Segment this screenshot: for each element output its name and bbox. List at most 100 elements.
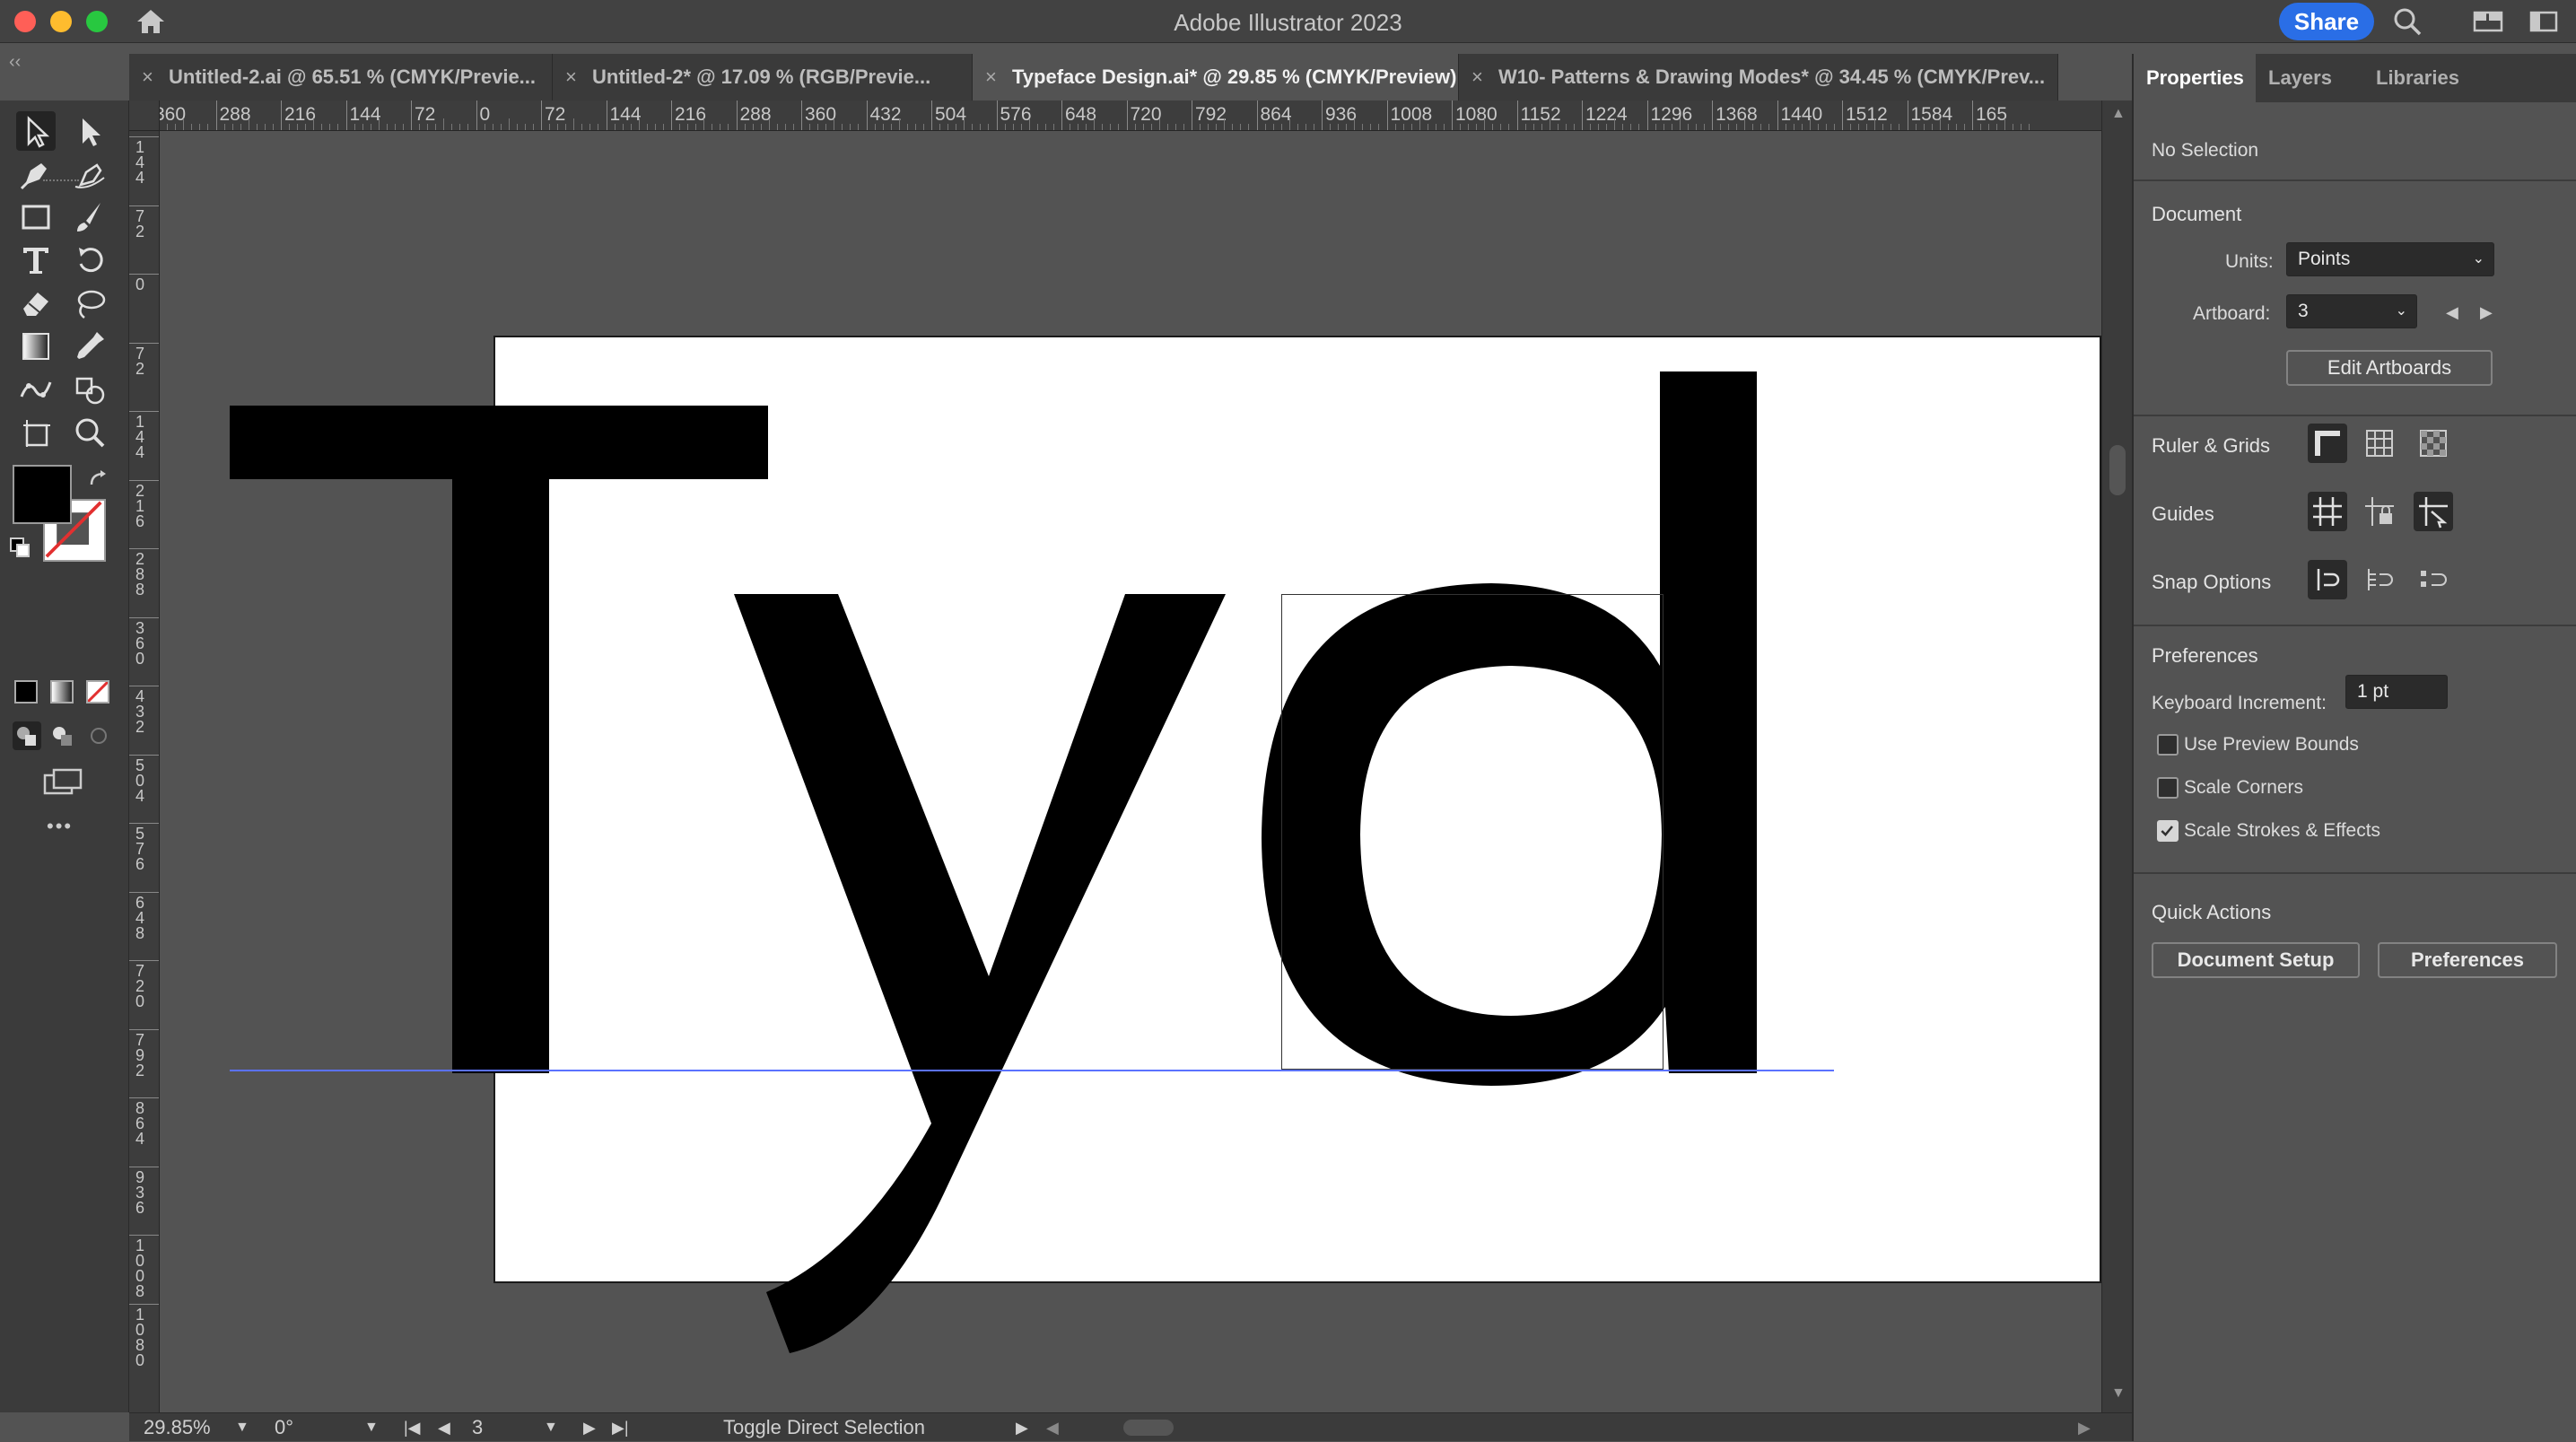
ruler-minor-tick xyxy=(2004,118,2006,130)
keyboard-increment-label: Keyboard Increment: xyxy=(2152,693,2327,713)
vertical-ruler[interactable]: 144 72 0 72 144 216 288 360 432 504 576 648 720 792 86… xyxy=(129,131,160,1412)
tab-close-icon[interactable]: × xyxy=(1471,54,1488,101)
document-tab-untitled-2-ai[interactable]: × Untitled-2.ai @ 65.51 % (CMYK/Previe... xyxy=(129,54,553,101)
collapse-toolbar-icon[interactable]: ‹‹ xyxy=(9,52,21,73)
ruler-minor-tick xyxy=(662,124,664,130)
canvas[interactable] xyxy=(160,131,2101,1412)
pen-tool-icon[interactable] xyxy=(16,154,56,194)
ruler-tick xyxy=(931,101,932,130)
search-icon[interactable] xyxy=(2392,7,2423,36)
horizontal-scroll-thumb[interactable] xyxy=(1123,1420,1174,1436)
snap-to-point-icon[interactable] xyxy=(2308,560,2347,599)
scale-strokes-effects-checkbox[interactable] xyxy=(2157,820,2179,842)
next-artboard-icon[interactable]: ▶ xyxy=(583,1413,596,1442)
shape-builder-tool-icon[interactable] xyxy=(70,370,109,409)
tab-close-icon[interactable]: × xyxy=(985,54,1001,101)
gradient-mode-icon[interactable] xyxy=(50,680,74,704)
preferences-button[interactable]: Preferences xyxy=(2378,942,2557,978)
rotation-dropdown-chevron-icon[interactable]: ▼ xyxy=(364,1413,379,1442)
baseline-guide[interactable] xyxy=(230,1070,1834,1071)
artboard-navigator-field[interactable]: 3 xyxy=(472,1413,483,1442)
ruler-minor-tick xyxy=(1036,124,1038,130)
tab-layers[interactable]: Layers xyxy=(2256,54,2345,102)
snap-to-grid-icon[interactable] xyxy=(2360,560,2399,599)
draw-behind-icon[interactable] xyxy=(48,721,77,750)
workspace-switcher-icon[interactable] xyxy=(2473,7,2503,36)
paintbrush-tool-icon[interactable] xyxy=(70,197,109,237)
draw-inside-icon[interactable] xyxy=(84,721,113,750)
lock-guides-icon[interactable] xyxy=(2360,492,2399,531)
artboard-tool-icon[interactable] xyxy=(16,413,56,452)
share-button[interactable]: Share xyxy=(2279,3,2374,40)
scroll-left-icon[interactable]: ◀ xyxy=(1046,1413,1059,1442)
previous-artboard-icon[interactable]: ◀ xyxy=(2446,303,2458,322)
glyph-d[interactable] xyxy=(160,131,2101,1412)
horizontal-ruler[interactable]: 360 288 216 144 72 0 72 144 216 288 360 432 504 576 64… xyxy=(129,101,2101,131)
scale-corners-checkbox[interactable] xyxy=(2157,777,2179,799)
direct-selection-tool-icon[interactable] xyxy=(70,111,109,151)
smart-guides-icon[interactable] xyxy=(2414,492,2453,531)
rulers-icon[interactable] xyxy=(2308,424,2347,463)
more-tools-icon[interactable]: ••• xyxy=(47,815,73,838)
zoom-level-field[interactable]: 29.85% xyxy=(144,1413,211,1442)
rotation-field[interactable]: 0° xyxy=(275,1413,293,1442)
selection-tool-icon[interactable] xyxy=(16,111,56,151)
curvature-tool-icon[interactable] xyxy=(70,154,109,194)
grid-icon[interactable] xyxy=(2360,424,2399,463)
last-artboard-icon[interactable]: ▶| xyxy=(612,1413,629,1442)
rotate-tool-icon[interactable] xyxy=(70,240,109,280)
keyboard-increment-input[interactable]: 1 pt xyxy=(2345,675,2448,709)
artboard-dropdown-chevron-icon[interactable]: ▼ xyxy=(544,1413,558,1442)
puppet-warp-tool-icon[interactable] xyxy=(16,370,56,409)
draw-normal-icon[interactable] xyxy=(13,721,41,750)
document-tab-w10-patterns[interactable]: × W10- Patterns & Drawing Modes* @ 34.45 … xyxy=(1459,54,2058,101)
vertical-scrollbar[interactable]: ▲ ▼ xyxy=(2101,101,2132,1412)
document-tab-untitled-2-rgb[interactable]: × Untitled-2* @ 17.09 % (RGB/Previe... xyxy=(553,54,973,101)
ruler-tick xyxy=(476,101,477,130)
ruler-minor-tick xyxy=(1468,124,1470,130)
ruler-origin[interactable] xyxy=(129,101,160,131)
zoom-dropdown-chevron-icon[interactable]: ▼ xyxy=(235,1413,249,1442)
document-tab-typeface-design[interactable]: × Typeface Design.ai* @ 29.85 % (CMYK/Pre… xyxy=(973,54,1459,101)
none-mode-icon[interactable] xyxy=(86,680,109,704)
edit-artboards-button[interactable]: Edit Artboards xyxy=(2286,350,2493,386)
snap-to-pixel-icon[interactable] xyxy=(2414,560,2453,599)
next-artboard-icon[interactable]: ▶ xyxy=(2480,303,2493,322)
scroll-right-icon[interactable]: ▶ xyxy=(2078,1413,2091,1442)
gradient-tool-icon[interactable] xyxy=(16,327,56,366)
arrange-documents-icon[interactable] xyxy=(2528,7,2559,36)
tab-close-icon[interactable]: × xyxy=(142,54,158,101)
tab-properties[interactable]: Properties xyxy=(2134,54,2256,102)
tab-close-icon[interactable]: × xyxy=(565,54,581,101)
show-guides-icon[interactable] xyxy=(2308,492,2347,531)
previous-artboard-icon[interactable]: ◀ xyxy=(438,1413,450,1442)
ruler-minor-tick xyxy=(614,124,616,130)
ruler-minor-tick xyxy=(1638,124,1640,130)
ruler-tick xyxy=(281,101,282,130)
scroll-down-icon[interactable]: ▼ xyxy=(2111,1385,2126,1402)
first-artboard-icon[interactable]: |◀ xyxy=(404,1413,421,1442)
tab-libraries[interactable]: Libraries xyxy=(2363,54,2472,102)
default-fill-stroke-icon[interactable] xyxy=(9,537,31,558)
eyedropper-tool-icon[interactable] xyxy=(70,327,109,366)
fill-color-swatch[interactable] xyxy=(13,465,72,524)
scroll-up-icon[interactable]: ▲ xyxy=(2111,106,2126,122)
swap-fill-stroke-icon[interactable] xyxy=(88,468,111,492)
transparency-grid-icon[interactable] xyxy=(2414,424,2453,463)
vertical-scroll-thumb[interactable] xyxy=(2109,445,2126,495)
eraser-tool-icon[interactable] xyxy=(16,284,56,323)
ruler-minor-tick xyxy=(1988,124,1990,130)
rectangle-tool-icon[interactable] xyxy=(16,197,56,237)
lasso-tool-icon[interactable] xyxy=(70,284,109,323)
color-mode-icon[interactable] xyxy=(14,680,38,704)
ruler-minor-tick xyxy=(768,118,770,130)
units-select[interactable]: Points ⌄ xyxy=(2286,242,2494,276)
use-preview-bounds-checkbox[interactable] xyxy=(2157,734,2179,756)
zoom-tool-icon[interactable] xyxy=(70,413,109,452)
document-setup-button[interactable]: Document Setup xyxy=(2152,942,2360,978)
artboard-select[interactable]: 3 ⌄ xyxy=(2286,294,2417,328)
type-tool-icon[interactable] xyxy=(16,240,56,280)
screen-mode-icon[interactable] xyxy=(41,766,84,799)
status-menu-arrow-icon[interactable]: ▶ xyxy=(1016,1413,1028,1442)
chevron-down-icon: ⌄ xyxy=(2472,251,2484,267)
